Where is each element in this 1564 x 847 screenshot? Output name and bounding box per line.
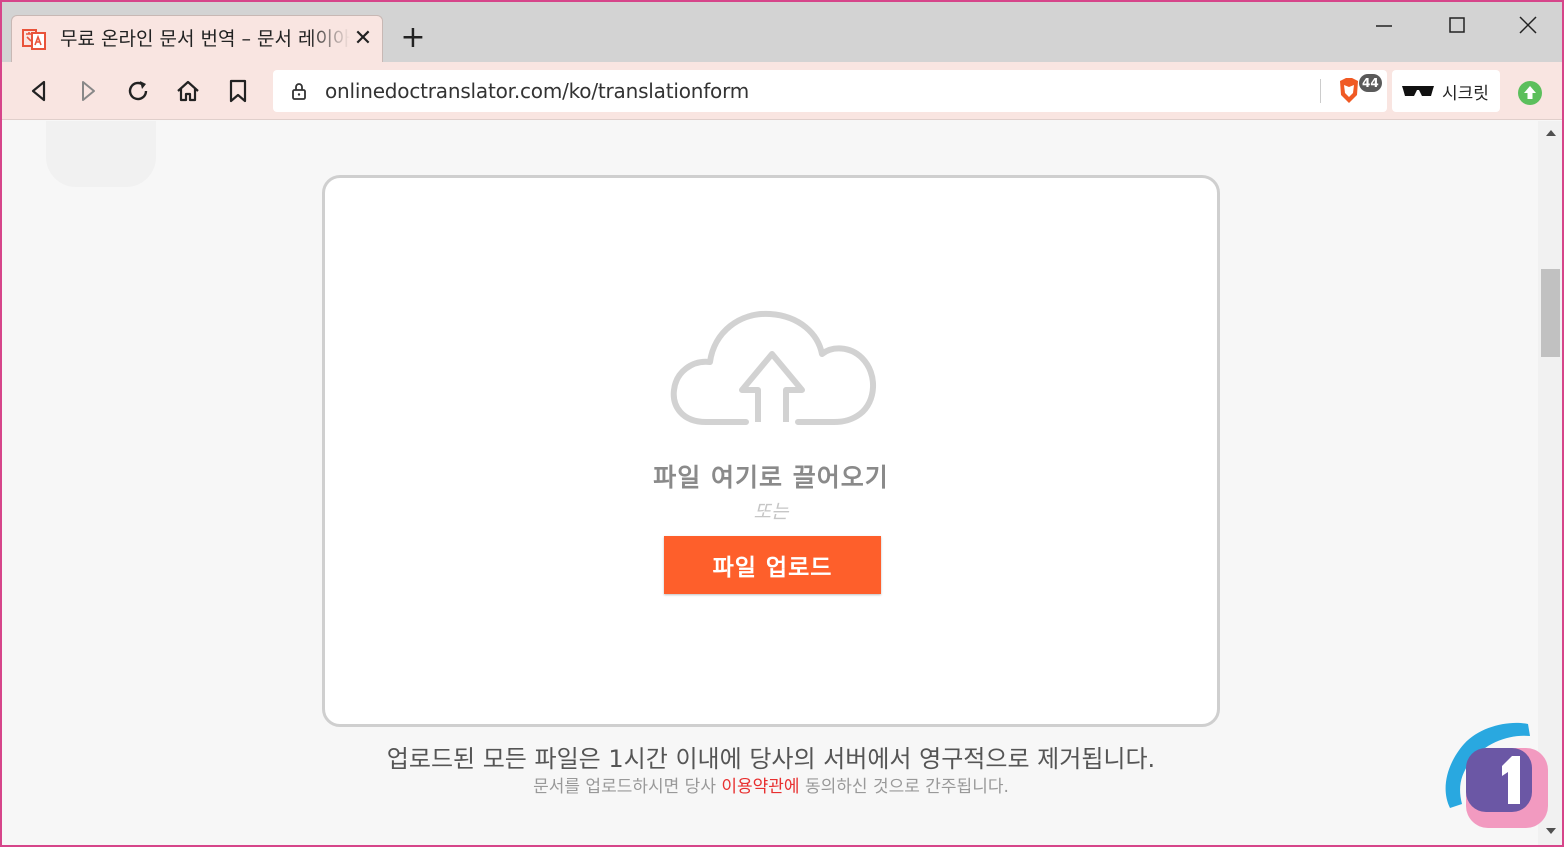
- incognito-label: 시크릿: [1442, 84, 1489, 104]
- url-text[interactable]: onlinedoctranslator.com/ko/translationfo…: [325, 79, 749, 103]
- channel-logo-icon: [1445, 722, 1548, 828]
- tab-strip: 무료 온라인 문서 번역 – 문서 레이아웃 유지 ✕ +: [2, 2, 1562, 62]
- scrollbar-thumb[interactable]: [1541, 269, 1560, 357]
- forward-icon[interactable]: [73, 76, 103, 106]
- browser-window: 무료 온라인 문서 번역 – 문서 레이아웃 유지 ✕ +: [0, 0, 1564, 847]
- home-icon[interactable]: [173, 76, 203, 106]
- incognito-indicator[interactable]: 시크릿: [1392, 70, 1500, 112]
- address-bar[interactable]: onlinedoctranslator.com/ko/translationfo…: [273, 70, 1387, 112]
- close-icon[interactable]: [1508, 10, 1548, 42]
- terms-notice-suffix: 동의하신 것으로 간주됩니다.: [799, 777, 1009, 797]
- back-icon[interactable]: [24, 76, 54, 106]
- translate-favicon-icon: [22, 29, 46, 50]
- maximize-icon[interactable]: [1437, 10, 1477, 42]
- bookmark-icon[interactable]: [223, 76, 253, 106]
- scroll-up-arrow-icon[interactable]: [1544, 127, 1558, 139]
- tab-close-icon[interactable]: ✕: [352, 28, 374, 50]
- upload-file-button[interactable]: 파일 업로드: [664, 536, 881, 594]
- file-retention-notice: 업로드된 모든 파일은 1시간 이내에 당사의 서버에서 영구적으로 제거됩니다…: [386, 745, 1156, 773]
- new-tab-button[interactable]: +: [398, 23, 428, 54]
- sunglasses-icon: [1402, 86, 1434, 96]
- or-text: 또는: [753, 501, 789, 523]
- address-separator: [1320, 79, 1321, 103]
- terms-notice-prefix: 문서를 업로드하시면 당사: [533, 777, 722, 797]
- page-content: 파일 여기로 끌어오기 또는 파일 업로드 업로드된 모든 파일은 1시간 이내…: [2, 121, 1540, 845]
- tab-title: 무료 온라인 문서 번역 – 문서 레이아웃 유지: [60, 28, 350, 50]
- tab-active[interactable]: 무료 온라인 문서 번역 – 문서 레이아웃 유지 ✕: [11, 15, 383, 62]
- extension-update-icon[interactable]: [1517, 80, 1543, 106]
- terms-notice: 문서를 업로드하시면 당사 이용약관에 동의하신 것으로 간주됩니다.: [2, 772, 1540, 797]
- decorative-shape: [46, 121, 156, 187]
- file-dropzone[interactable]: 파일 여기로 끌어오기 또는 파일 업로드: [322, 175, 1220, 727]
- drag-here-text: 파일 여기로 끌어오기: [653, 463, 889, 492]
- cloud-upload-icon: [670, 310, 877, 425]
- browser-toolbar: onlinedoctranslator.com/ko/translationfo…: [2, 62, 1562, 120]
- brave-shield-badge: 44: [1359, 74, 1382, 92]
- reload-icon[interactable]: [123, 76, 153, 106]
- minimize-icon[interactable]: [1364, 10, 1404, 42]
- terms-link[interactable]: 이용약관에: [721, 777, 799, 797]
- lock-icon[interactable]: [289, 81, 309, 101]
